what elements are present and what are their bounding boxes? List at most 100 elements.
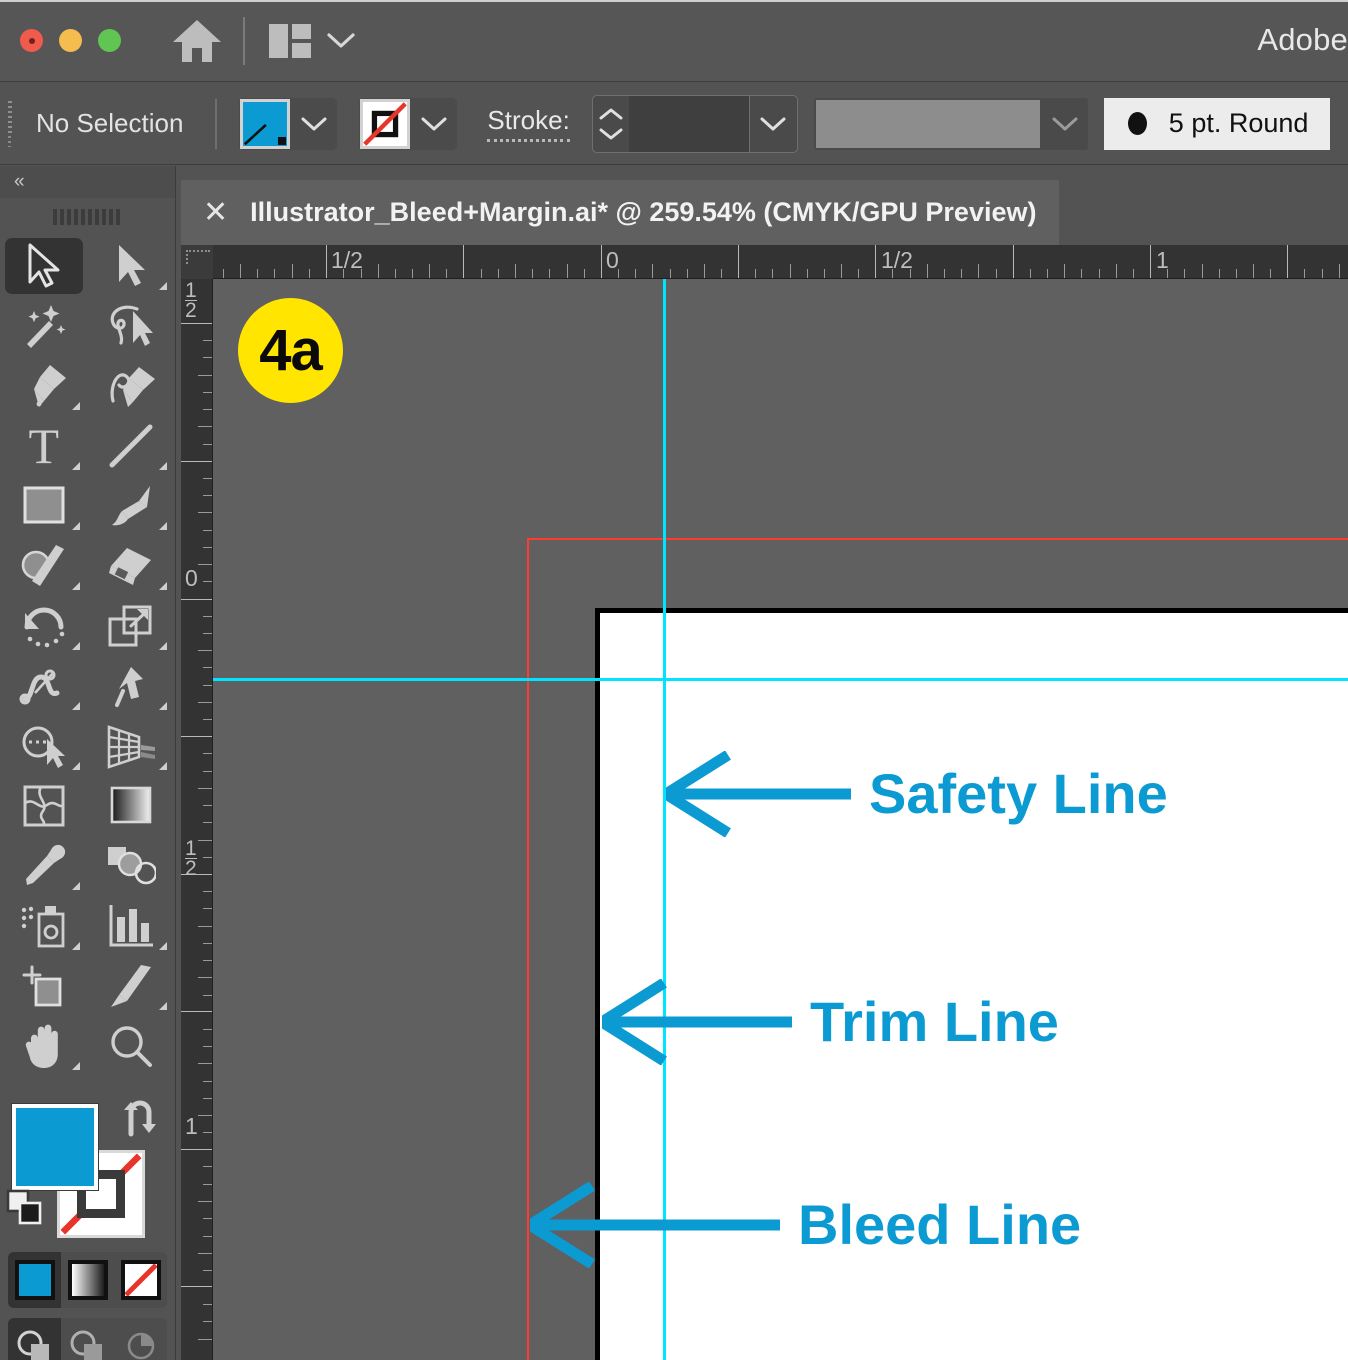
line-segment-tool[interactable] [88, 416, 176, 476]
selection-tool[interactable] [0, 236, 88, 296]
flyout-indicator-icon [159, 642, 167, 650]
flyout-indicator-icon [159, 582, 167, 590]
zoom-tool[interactable] [88, 1016, 176, 1076]
ruler-label-h-3: 1 [1156, 249, 1169, 272]
fill-diagonal-icon [243, 102, 287, 146]
tools-panel-grip[interactable] [0, 198, 175, 236]
gradient-tool[interactable] [88, 776, 176, 836]
artboard-tool[interactable] [0, 956, 88, 1016]
draw-normal-button[interactable] [8, 1318, 61, 1360]
chevron-down-icon [760, 116, 786, 132]
draw-inside-button[interactable] [114, 1318, 167, 1360]
rectangle-tool[interactable] [0, 476, 88, 536]
horizontal-ruler[interactable]: 1/2 0 1/2 1 [181, 245, 1348, 279]
stroke-color-dropdown-button[interactable] [411, 98, 457, 150]
vertical-ruler[interactable]: 12 0 12 1 [181, 279, 213, 1360]
document-canvas[interactable]: 4a Safety Line Trim Line Bleed Line [213, 279, 1348, 1360]
perspective-grid-tool[interactable] [88, 716, 176, 776]
flyout-indicator-icon [159, 462, 167, 470]
variable-width-profile-field[interactable] [816, 100, 1040, 148]
collapse-panel-button[interactable]: « [0, 166, 175, 198]
fill-proxy-swatch[interactable] [12, 1104, 98, 1190]
symbol-sprayer-tool[interactable] [0, 896, 88, 956]
paintbrush-tool[interactable] [88, 476, 176, 536]
brush-definition-control[interactable]: 5 pt. Round [1104, 98, 1331, 150]
none-swatch-icon [363, 102, 407, 146]
ruler-label-h-2: 1/2 [881, 249, 913, 272]
flyout-indicator-icon [159, 282, 167, 290]
shaper-tool[interactable] [0, 536, 88, 596]
mesh-tool[interactable] [0, 776, 88, 836]
chevron-down-icon [1052, 116, 1078, 132]
ruler-label-v-1: 0 [185, 567, 198, 590]
column-graph-tool[interactable] [88, 896, 176, 956]
hand-tool[interactable] [0, 1016, 88, 1076]
swap-fill-stroke-button[interactable] [121, 1100, 163, 1143]
flyout-indicator-icon [72, 1062, 80, 1070]
lasso-tool-icon [107, 303, 155, 349]
title-bar: Adobe [0, 0, 1348, 82]
stroke-weight-stepper[interactable] [593, 107, 629, 141]
type-tool[interactable]: T [0, 416, 88, 476]
ruler-fraction-numerator: 1 [185, 281, 197, 300]
rotate-tool[interactable] [0, 596, 88, 656]
eyedropper-tool[interactable] [0, 836, 88, 896]
arrange-documents-button[interactable] [269, 24, 355, 58]
variable-width-dropdown-button[interactable] [1042, 116, 1088, 132]
magic-wand-tool[interactable] [0, 296, 88, 356]
width-tool[interactable] [0, 656, 88, 716]
pen-tool-icon [20, 363, 68, 409]
variable-width-profile-control[interactable] [814, 98, 1088, 150]
gradient-mode-button[interactable] [61, 1252, 114, 1308]
direct-selection-tool[interactable] [88, 236, 176, 296]
bleed-line-vertical [527, 538, 529, 1360]
default-fill-stroke-button[interactable] [6, 1189, 44, 1232]
stroke-weight-input[interactable] [629, 96, 749, 152]
eraser-tool[interactable] [88, 536, 176, 596]
stroke-color-control[interactable] [359, 98, 457, 150]
stroke-swatch[interactable] [360, 99, 410, 149]
flyout-indicator-icon [72, 942, 80, 950]
close-icon[interactable]: ✕ [203, 198, 228, 228]
chevron-down-icon [327, 32, 355, 50]
control-bar-grip[interactable] [8, 101, 12, 147]
fill-dropdown-button[interactable] [291, 98, 337, 150]
home-button[interactable] [169, 13, 225, 69]
none-swatch-icon [121, 1260, 161, 1300]
control-bar: No Selection [0, 83, 1348, 165]
ruler-origin-button[interactable] [181, 245, 213, 279]
lasso-tool[interactable] [88, 296, 176, 356]
symbol-sprayer-tool-icon [19, 902, 69, 950]
draw-behind-button[interactable] [61, 1318, 114, 1360]
curvature-tool[interactable] [88, 356, 176, 416]
flyout-indicator-icon [159, 762, 167, 770]
trim-line-label: Trim Line [810, 994, 1059, 1050]
chevron-up-icon[interactable] [598, 107, 624, 121]
ruler-label-v-2: 12 [185, 839, 197, 879]
fill-control[interactable] [239, 98, 337, 150]
blend-tool[interactable] [88, 836, 176, 896]
brush-definition-label: 5 pt. Round [1169, 108, 1309, 139]
gradient-tool-icon [108, 784, 154, 828]
stroke-weight-control[interactable] [592, 95, 798, 153]
window-controls [20, 29, 121, 52]
stroke-weight-dropdown-button[interactable] [749, 96, 797, 152]
slice-tool[interactable] [88, 956, 176, 1016]
collapse-chevrons-icon: « [14, 171, 23, 193]
pen-tool[interactable] [0, 356, 88, 416]
gradient-swatch-icon [68, 1260, 108, 1300]
zoom-window-button[interactable] [98, 29, 121, 52]
none-mode-button[interactable] [114, 1252, 167, 1308]
selection-tool-icon [22, 242, 66, 290]
chevron-down-icon[interactable] [598, 127, 624, 141]
shape-builder-tool[interactable] [0, 716, 88, 776]
fill-swatch[interactable] [240, 99, 290, 149]
free-transform-tool[interactable] [88, 656, 176, 716]
close-window-button[interactable] [20, 29, 43, 52]
column-graph-tool-icon [107, 903, 155, 949]
minimize-window-button[interactable] [59, 29, 82, 52]
flyout-indicator-icon [72, 642, 80, 650]
scale-tool[interactable] [88, 596, 176, 656]
document-tab[interactable]: ✕ Illustrator_Bleed+Margin.ai* @ 259.54%… [181, 180, 1059, 245]
color-mode-button[interactable] [8, 1252, 61, 1308]
